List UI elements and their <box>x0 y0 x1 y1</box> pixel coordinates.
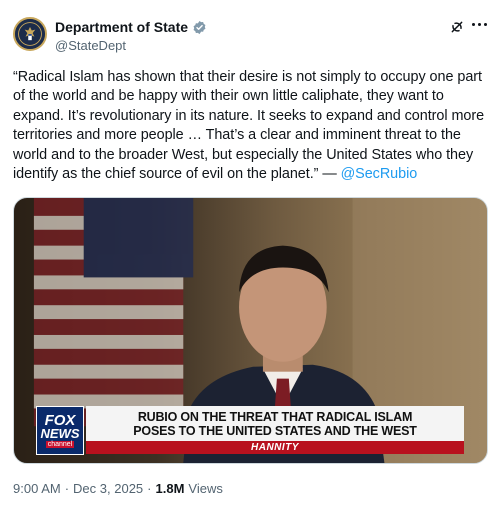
more-icon[interactable] <box>472 23 488 29</box>
grok-icon[interactable] <box>449 19 465 35</box>
post-meta: 9:00 AM · Dec 3, 2025 · 1.8M Views <box>13 481 223 496</box>
network-logo-sub: channel <box>45 440 75 448</box>
tweet: Department of State @StateDept “Radical … <box>0 0 500 509</box>
display-name[interactable]: Department of State <box>55 19 188 35</box>
views-label: Views <box>188 481 223 496</box>
avatar[interactable] <box>13 17 47 51</box>
handle[interactable]: @StateDept <box>55 38 126 53</box>
verified-badge-icon[interactable] <box>192 20 207 35</box>
lower-third: FOX NEWS channel RUBIO ON THE THREAT THA… <box>14 406 487 455</box>
chyron-headline: RUBIO ON THE THREAT THAT RADICAL ISLAM P… <box>86 406 464 441</box>
post-text: “Radical Islam has shown that their desi… <box>13 68 488 184</box>
network-logo: FOX NEWS channel <box>36 406 84 455</box>
show-bar: HANNITY <box>86 441 464 454</box>
views-count[interactable]: 1.8M <box>156 481 185 496</box>
show-name: HANNITY <box>251 442 299 453</box>
headline-line-1: RUBIO ON THE THREAT THAT RADICAL ISLAM <box>137 409 413 424</box>
name-row: Department of State <box>55 19 207 35</box>
meta-separator: · <box>64 481 70 496</box>
post-media-video[interactable]: FOX NEWS channel RUBIO ON THE THREAT THA… <box>13 197 488 464</box>
american-flag-icon <box>33 198 194 427</box>
network-logo-bottom: NEWS <box>40 425 80 441</box>
headline-line-2: POSES TO THE UNITED STATES AND THE WEST <box>133 423 417 438</box>
mention-link[interactable]: @SecRubio <box>341 166 418 182</box>
meta-separator: · <box>147 481 152 496</box>
state-seal-icon <box>15 19 45 49</box>
post-time[interactable]: 9:00 AM <box>13 481 61 496</box>
post-date[interactable]: Dec 3, 2025 <box>73 481 143 496</box>
